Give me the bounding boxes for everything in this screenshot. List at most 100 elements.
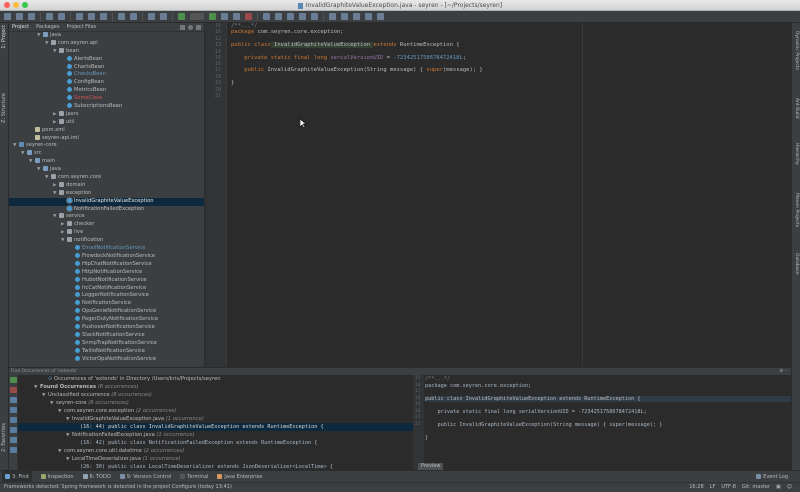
tree-item[interactable]: AlertsBean: [9, 55, 204, 64]
project-tool-tab[interactable]: 1: Project: [1, 25, 7, 49]
close-find-icon[interactable]: [10, 387, 17, 393]
gear-icon[interactable]: [188, 24, 193, 30]
right-tool-tab[interactable]: Dynamic Projects: [794, 31, 799, 70]
run-icon[interactable]: [209, 13, 216, 20]
replace-icon[interactable]: [130, 13, 137, 20]
vcs-update-icon[interactable]: [263, 13, 270, 20]
tree-item[interactable]: NotificationService: [9, 300, 204, 308]
expand-all-icon[interactable]: [10, 407, 17, 413]
tree-item[interactable]: NotificationFailedException: [9, 205, 204, 214]
save-icon[interactable]: [16, 13, 23, 20]
tree-item[interactable]: ▶ checker: [9, 221, 204, 229]
tree-item[interactable]: ▼ seyren-core: [9, 142, 204, 150]
tree-item[interactable]: SlackNotificationService: [9, 331, 204, 340]
tree-item[interactable]: ▼ com.seyren.api: [9, 39, 204, 48]
redo-icon[interactable]: [58, 13, 65, 20]
tree-item[interactable]: ConfigBean: [9, 79, 204, 87]
preview-tab[interactable]: Preview: [418, 463, 444, 470]
find-group-row[interactable]: ▼ seyren-core (8 occurrences): [18, 399, 413, 407]
project-structure-icon[interactable]: [341, 13, 348, 20]
tree-item[interactable]: ▼ java: [9, 166, 204, 174]
tree-item[interactable]: ▶ jaxrs: [9, 110, 204, 119]
bottom-tab[interactable]: Java Enterprise: [217, 474, 262, 480]
tree-item[interactable]: ▼ exception: [9, 189, 204, 198]
bottom-tab[interactable]: 9: Version Control: [119, 474, 171, 480]
tree-item[interactable]: SomeClass: [9, 95, 204, 103]
tree-item[interactable]: EmailNotificationService: [9, 245, 204, 253]
pin-icon[interactable]: [10, 397, 17, 403]
tab-packages[interactable]: Packages: [36, 24, 59, 30]
occurrence-row[interactable]: (26: 30) public class LocalTimeDeseriali…: [18, 463, 413, 470]
tree-item[interactable]: ▼ service: [9, 213, 204, 221]
tree-item[interactable]: PushoverNotificationService: [9, 323, 204, 332]
paste-icon[interactable]: [100, 13, 107, 20]
lock-icon[interactable]: ▣: [776, 483, 781, 492]
bottom-tab[interactable]: Inspection: [40, 474, 74, 480]
debug-icon[interactable]: [221, 13, 228, 20]
status-message[interactable]: Frameworks detected: Spring framework is…: [4, 484, 232, 490]
settings-icon[interactable]: [329, 13, 336, 20]
copy-icon[interactable]: [88, 13, 95, 20]
right-tool-tab[interactable]: Database: [794, 253, 799, 274]
event-log-tab[interactable]: Event Log: [756, 474, 800, 480]
sdk-manager-icon[interactable]: [365, 13, 372, 20]
tree-item[interactable]: TwilioNotificationService: [9, 347, 204, 356]
find-group-row[interactable]: ▼ com.seyren.core.util.datetime (2 occurr…: [18, 447, 413, 455]
tree-item[interactable]: ChecksBean: [9, 71, 204, 79]
occurrence-row[interactable]: (16: 42) public class NotificationFailed…: [18, 439, 413, 447]
tree-item[interactable]: VictorOpsNotificationService: [9, 355, 204, 364]
structure-tool-tab[interactable]: Z: Structure: [1, 93, 7, 123]
tree-item[interactable]: FlowdockNotificationService: [9, 252, 204, 261]
sdk-icon[interactable]: [353, 13, 360, 20]
vcs-history-icon[interactable]: [299, 13, 306, 20]
back-icon[interactable]: [148, 13, 155, 20]
sync-icon[interactable]: [28, 13, 35, 20]
tree-item[interactable]: PagerDutyNotificationService: [9, 316, 204, 324]
find-group-row[interactable]: ▼ InvalidGraphiteValueException.java (1 o…: [18, 415, 413, 423]
tree-item[interactable]: ChartsBean: [9, 63, 204, 72]
tree-item[interactable]: ▶ util: [9, 118, 204, 127]
export-icon[interactable]: [10, 447, 17, 453]
tree-item[interactable]: pom.xml: [9, 126, 204, 135]
occurrence-row[interactable]: (16: 44) public class InvalidGraphiteVal…: [18, 423, 413, 431]
find-group-row[interactable]: ▼ com.seyren.core.exception (2 occurrence…: [18, 407, 413, 415]
tree-item[interactable]: InvalidGraphiteValueException: [9, 197, 204, 206]
vcs-commit-icon[interactable]: [275, 13, 282, 20]
collapse-all-icon[interactable]: [180, 24, 185, 30]
file-encoding[interactable]: UTF-8: [721, 483, 736, 492]
make-icon[interactable]: [178, 13, 185, 20]
run-config-dropdown[interactable]: [190, 13, 204, 20]
tree-item[interactable]: HubotNotificationService: [9, 276, 204, 285]
cut-icon[interactable]: [76, 13, 83, 20]
find-group-row[interactable]: ▼ NotificationFailedException.java (1 occ…: [18, 431, 413, 439]
tab-project[interactable]: Project: [12, 24, 29, 30]
tree-item[interactable]: HipChatNotificationService: [9, 260, 204, 269]
prev-occurrence-icon[interactable]: [10, 427, 17, 433]
bottom-tab[interactable]: 6: TODO: [82, 474, 111, 480]
find-group-row[interactable]: ▼ Unclassified occurrence (8 occurrences): [18, 391, 413, 399]
tree-item[interactable]: OpsGenieNotificationService: [9, 308, 204, 316]
help-icon[interactable]: [377, 13, 384, 20]
tree-item[interactable]: ▼ bean: [9, 47, 204, 56]
undo-icon[interactable]: [46, 13, 53, 20]
bottom-tab[interactable]: Terminal: [180, 474, 208, 480]
tree-item[interactable]: ▼ com.seyren.core: [9, 174, 204, 182]
find-group-row[interactable]: ▼ LocalTimeDeserializer.java (1 occurrenc…: [18, 455, 413, 463]
tree-item[interactable]: SubscriptionsBean: [9, 103, 204, 111]
tree-item[interactable]: ▼ main: [9, 158, 204, 166]
hide-panel-icon[interactable]: [196, 24, 201, 30]
forward-icon[interactable]: [160, 13, 167, 20]
code-editor[interactable]: /**...*/ package com.seyren.core.excepti…: [227, 23, 791, 367]
tree-item[interactable]: SnmpTrapNotificationService: [9, 339, 204, 348]
line-separator[interactable]: LF: [710, 483, 716, 492]
right-tool-tab[interactable]: Ant Build: [794, 98, 799, 118]
collapse-all-icon[interactable]: [10, 417, 17, 423]
tree-item[interactable]: IrcCatNotificationService: [9, 284, 204, 293]
favorites-tool-tab[interactable]: 2: Favorites: [1, 423, 7, 452]
inspector-icon[interactable]: ☺: [787, 483, 792, 492]
right-tool-tab[interactable]: Hierarchy: [794, 143, 799, 165]
find-icon[interactable]: [118, 13, 125, 20]
open-icon[interactable]: [4, 13, 11, 20]
tree-item[interactable]: HttpNotificationService: [9, 268, 204, 277]
tree-item[interactable]: ▼ notification: [9, 237, 204, 245]
